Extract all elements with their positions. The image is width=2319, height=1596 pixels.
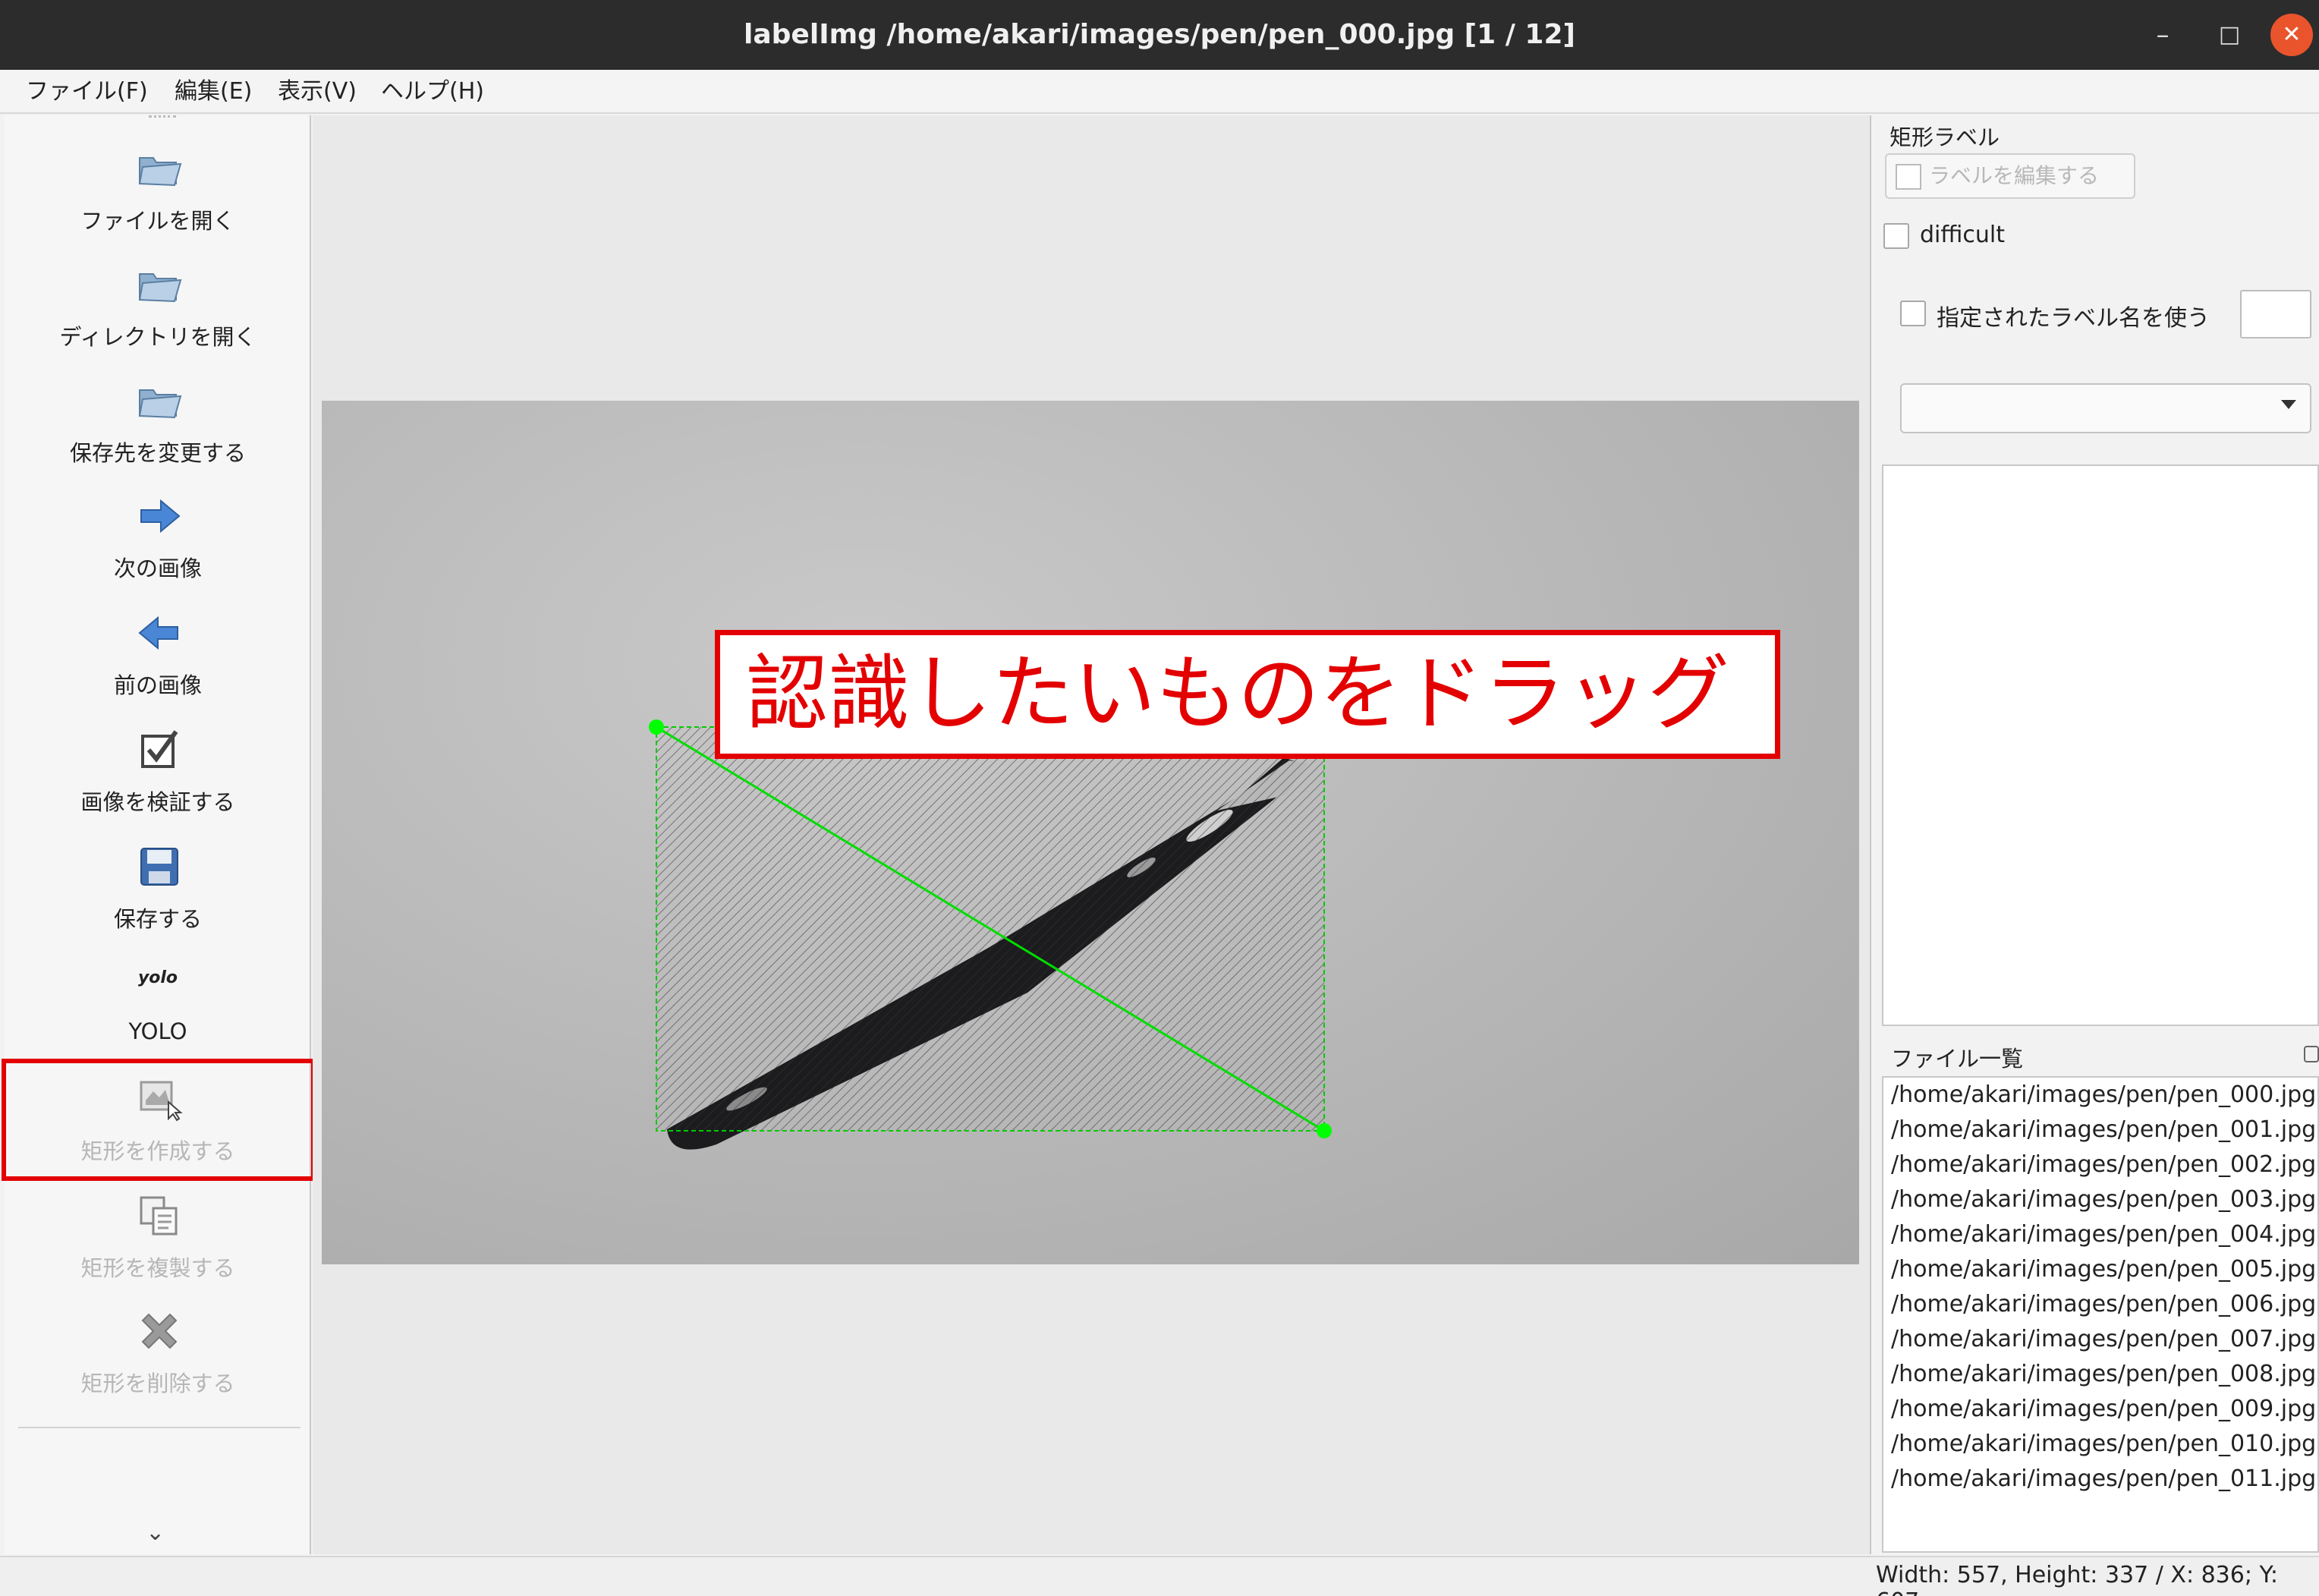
label-combo-box[interactable] (1900, 383, 2311, 433)
save-label: 保存する (113, 906, 202, 932)
open-file-label: ファイルを開く (80, 208, 235, 234)
chevron-down-icon (2281, 400, 2296, 409)
edit-label-button[interactable]: ラベルを編集する (1885, 153, 2135, 199)
edit-icon (1896, 164, 1921, 190)
maximize-button[interactable]: □ (2208, 14, 2251, 56)
menu-bar: ファイル(F) 編集(E) 表示(V) ヘルプ(H) (0, 70, 2319, 114)
edit-label-text: ラベルを編集する (1929, 163, 2100, 188)
menu-view[interactable]: 表示(V) (278, 74, 357, 109)
prev-image-button[interactable]: 前の画像 (5, 595, 311, 709)
default-label-input[interactable] (2240, 290, 2311, 338)
file-list-item[interactable]: /home/akari/images/pen/pen_010.jpg (1883, 1427, 2317, 1462)
minimize-button[interactable]: – (2141, 14, 2184, 56)
toolbar-separator (18, 1427, 300, 1428)
prev-image-label: 前の画像 (113, 672, 202, 698)
file-list[interactable]: /home/akari/images/pen/pen_000.jpg /home… (1882, 1076, 2319, 1553)
folder-open-icon (138, 157, 182, 187)
annotated-image[interactable] (322, 401, 1859, 1264)
difficult-checkbox[interactable] (1883, 223, 1909, 249)
copy-icon (140, 1196, 178, 1236)
difficult-label: difficult (1920, 222, 2005, 248)
file-list-item[interactable]: /home/akari/images/pen/pen_007.jpg (1883, 1322, 2317, 1357)
toolbar-grip[interactable] (149, 115, 176, 123)
file-list-item[interactable]: /home/akari/images/pen/pen_002.jpg (1883, 1147, 2317, 1182)
delete-rect-button[interactable]: 矩形を削除する (5, 1293, 311, 1407)
next-image-label: 次の画像 (113, 556, 202, 581)
bbox-handle-top-left[interactable] (649, 719, 664, 735)
menu-help[interactable]: ヘルプ(H) (381, 74, 484, 109)
change-save-dir-label: 保存先を変更する (69, 440, 246, 466)
folder-open-icon (138, 389, 182, 419)
create-rect-highlight (2, 1059, 316, 1181)
toolbar-extension-icon[interactable]: ⌄ (146, 1519, 165, 1546)
file-list-title: ファイル一覧 (1891, 1046, 2024, 1072)
box-labels-title: 矩形ラベル (1889, 124, 2000, 150)
open-dir-button[interactable]: ディレクトリを開く (5, 247, 311, 360)
next-image-button[interactable]: 次の画像 (5, 478, 311, 592)
file-list-item[interactable]: /home/akari/images/pen/pen_005.jpg (1883, 1252, 2317, 1287)
status-text: Width: 557, Height: 337 / X: 836; Y: 607 (1876, 1562, 2278, 1596)
menu-edit[interactable]: 編集(E) (175, 74, 252, 109)
instruction-callout: 認識したいものをドラッグ (715, 630, 1780, 759)
yolo-icon: yolo (137, 968, 178, 987)
floppy-disk-icon (140, 848, 178, 886)
file-list-item[interactable]: /home/akari/images/pen/pen_006.jpg (1883, 1287, 2317, 1322)
image-canvas[interactable]: 認識したいものをドラッグ (313, 115, 1871, 1554)
file-list-item[interactable]: /home/akari/images/pen/pen_003.jpg (1883, 1182, 2317, 1217)
checkbox-checked-icon (141, 730, 178, 768)
file-list-item[interactable]: /home/akari/images/pen/pen_001.jpg (1883, 1113, 2317, 1147)
folder-open-icon (138, 273, 182, 303)
tool-bar: ファイルを開く ディレクトリを開く 保存先を変更する 次の画像 前の画像 画像を… (5, 115, 311, 1554)
undock-icon[interactable] (2304, 1046, 2319, 1062)
file-list-item[interactable]: /home/akari/images/pen/pen_009.jpg (1883, 1392, 2317, 1427)
file-list-item[interactable]: /home/akari/images/pen/pen_008.jpg (1883, 1357, 2317, 1392)
file-list-item[interactable]: /home/akari/images/pen/pen_011.jpg (1883, 1462, 2317, 1497)
menu-file[interactable]: ファイル(F) (26, 74, 148, 109)
use-default-label-checkbox[interactable] (1900, 301, 1926, 326)
file-list-item[interactable]: /home/akari/images/pen/pen_004.jpg (1883, 1217, 2317, 1252)
format-label: YOLO (128, 1018, 187, 1044)
close-button[interactable]: ✕ (2270, 14, 2313, 56)
delete-icon (141, 1313, 178, 1349)
duplicate-rect-label: 矩形を複製する (80, 1255, 235, 1281)
status-bar: Width: 557, Height: 337 / X: 836; Y: 607 (0, 1556, 2319, 1596)
window-title: labelImg /home/akari/images/pen/pen_000.… (744, 19, 1575, 50)
open-dir-label: ディレクトリを開く (59, 324, 256, 350)
duplicate-rect-button[interactable]: 矩形を複製する (5, 1178, 311, 1292)
label-list[interactable] (1882, 464, 2319, 1026)
change-save-dir-button[interactable]: 保存先を変更する (5, 363, 311, 477)
title-bar: labelImg /home/akari/images/pen/pen_000.… (0, 0, 2319, 70)
delete-rect-label: 矩形を削除する (80, 1371, 235, 1396)
open-file-button[interactable]: ファイルを開く (5, 131, 311, 244)
verify-image-button[interactable]: 画像を検証する (5, 712, 311, 826)
use-default-label-text: 指定されたラベル名を使う (1937, 305, 2210, 332)
arrow-left-icon (138, 615, 178, 650)
verify-image-label: 画像を検証する (80, 789, 235, 815)
format-yolo-button[interactable]: yolo YOLO (5, 946, 311, 1059)
bbox-handle-bottom-right[interactable] (1317, 1123, 1332, 1138)
image-overlay (649, 719, 1332, 1150)
arrow-right-icon (140, 499, 181, 534)
file-list-item[interactable]: /home/akari/images/pen/pen_000.jpg (1883, 1078, 2317, 1113)
save-button[interactable]: 保存する (5, 829, 311, 943)
